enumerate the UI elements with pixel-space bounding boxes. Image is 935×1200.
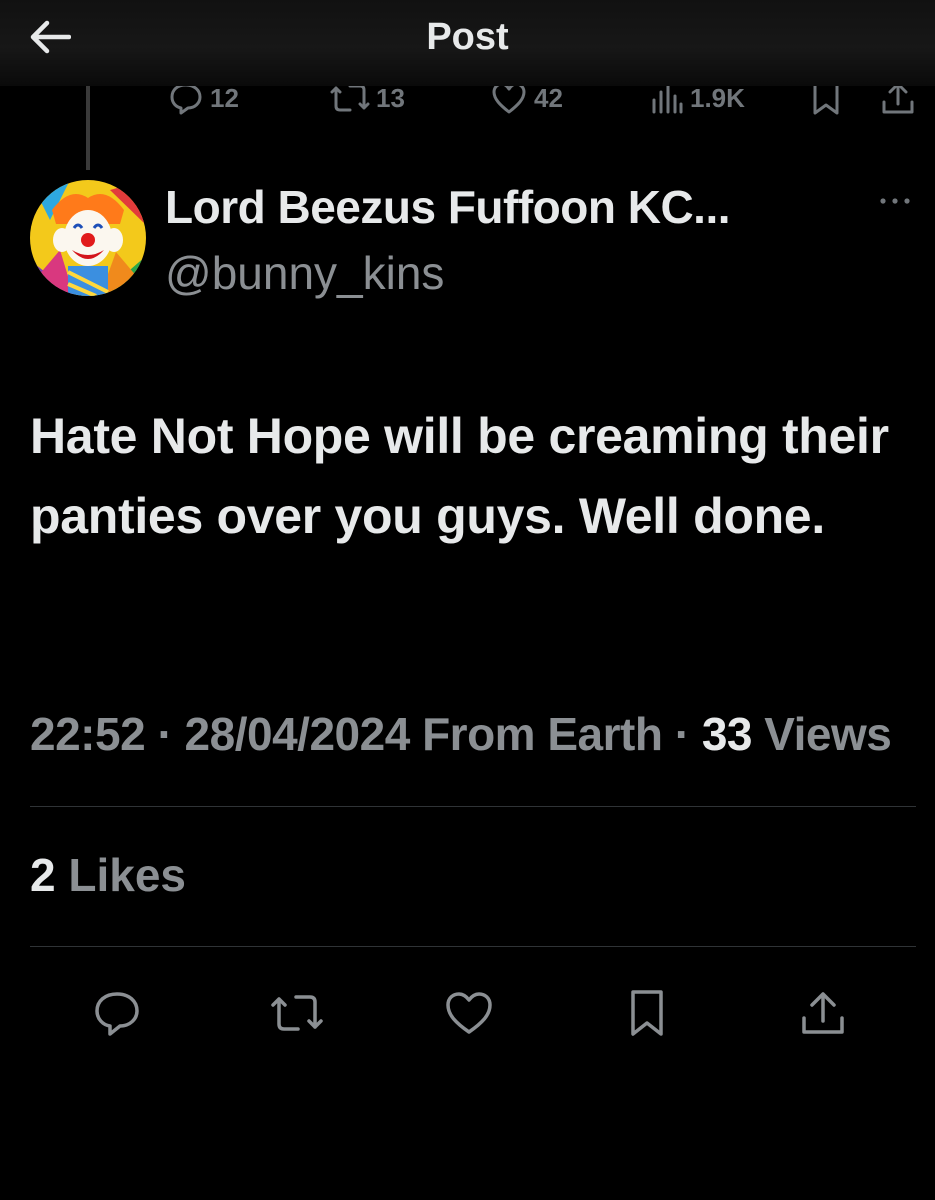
- tweet-text: Hate Not Hope will be creaming their pan…: [30, 408, 889, 544]
- prev-like-count: 42: [534, 82, 563, 113]
- reply-button[interactable]: [90, 988, 144, 1038]
- like-button[interactable]: [442, 988, 496, 1038]
- prev-reply-count: 12: [210, 82, 239, 113]
- tweet-time[interactable]: 22:52: [30, 708, 146, 760]
- likes-label: Likes: [68, 849, 187, 901]
- bookmark-icon: [631, 990, 663, 1036]
- speech-bubble-icon: [95, 992, 139, 1036]
- prev-repost-count: 13: [376, 82, 405, 113]
- meta-separator: ·: [674, 708, 690, 760]
- tweet-source: From Earth: [422, 708, 663, 760]
- views-count: 33: [701, 708, 753, 760]
- prev-views-count: 1.9K: [690, 82, 745, 113]
- author-handle[interactable]: @bunny_kins: [165, 246, 444, 300]
- tweet-date[interactable]: 28/04/2024: [185, 708, 411, 760]
- likes-count: 2: [30, 849, 56, 901]
- repost-button[interactable]: [270, 988, 324, 1038]
- more-options-button[interactable]: [872, 186, 918, 216]
- repost-arrows-icon: [271, 995, 323, 1031]
- avatar[interactable]: [30, 180, 146, 296]
- more-horizontal-icon: [880, 198, 910, 204]
- meta-separator: ·: [157, 708, 173, 760]
- share-button[interactable]: [796, 988, 850, 1038]
- tweet-action-bar: [0, 988, 935, 1038]
- page-title: Post: [426, 16, 509, 58]
- views-label: Views: [764, 708, 892, 760]
- heart-icon: [446, 992, 492, 1034]
- divider: [30, 806, 916, 807]
- top-bar: Post: [0, 0, 935, 86]
- clown-avatar-image: [30, 180, 146, 296]
- share-upload-icon: [802, 992, 844, 1034]
- bookmark-button[interactable]: [620, 988, 674, 1038]
- likes-summary[interactable]: 2 Likes: [30, 848, 186, 902]
- author-display-name[interactable]: Lord Beezus Fuffoon KC...: [165, 180, 731, 234]
- divider: [30, 946, 916, 947]
- tweet-metadata: 22:52 · 28/04/2024 From Earth · 33 Views: [30, 700, 920, 768]
